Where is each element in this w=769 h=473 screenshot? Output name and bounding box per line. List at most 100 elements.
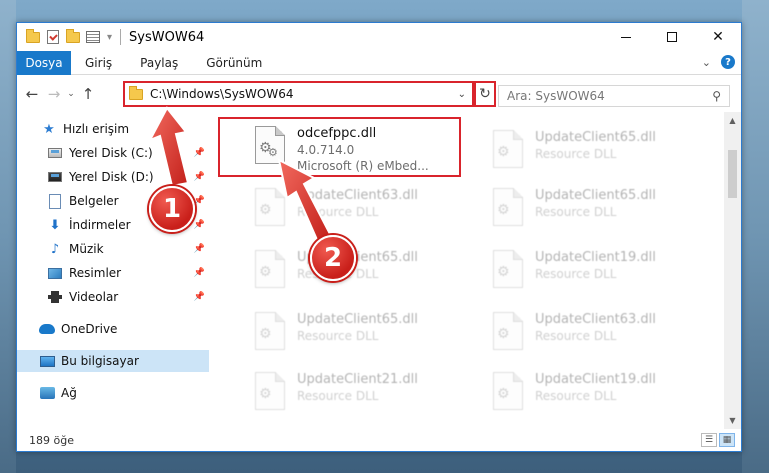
scroll-down-arrow-icon[interactable]: ▼ [724,412,741,429]
sidebar-item-label: Bu bilgisayar [61,354,139,368]
list-item[interactable]: ⚙ UpdateClient63.dll Resource DLL [483,308,708,364]
sidebar-item-pictures[interactable]: Resimler 📌 [17,262,209,284]
dll-file-icon: ⚙ [487,130,529,178]
address-bar[interactable]: C:\Windows\SysWOW64 ⌄ [123,81,474,107]
sidebar-item-label: Müzik [69,242,104,256]
desktop-wallpaper-right [742,0,769,473]
file-name: UpdateClient63.dll [297,188,418,203]
list-item[interactable]: ⚙ UpdateClient65.dllResource DLL [245,308,470,364]
callout-badge-1: 1 [149,186,195,232]
tiles-view-icon[interactable]: ▦ [719,433,735,447]
file-name: UpdateClient21.dll [297,372,418,387]
cloud-icon [39,321,55,337]
drive-icon [47,169,63,185]
vertical-scrollbar[interactable]: ▲ ▼ [724,112,741,429]
title-divider [120,29,122,45]
music-note-icon: ♪ [50,241,60,257]
address-folder-icon [128,86,144,102]
scroll-up-arrow-icon[interactable]: ▲ [724,112,741,129]
sidebar-item-label: Belgeler [69,194,119,208]
file-type: Resource DLL [297,329,379,343]
view-switcher: ☰ ▦ [701,433,735,447]
recent-locations-chevron-icon[interactable]: ⌄ [65,89,77,99]
star-icon: ★ [43,121,55,137]
window-controls: ✕ [603,23,741,51]
drive-icon [47,145,63,161]
sidebar-item-label: Yerel Disk (C:) [69,146,153,160]
pin-icon[interactable]: 📌 [194,220,205,230]
tab-home[interactable]: Giriş [71,56,126,70]
status-bar: 189 öğe ☰ ▦ [17,429,741,451]
minimize-icon [621,36,631,38]
customize-toolbar-chevron-icon[interactable]: ▾ [107,32,112,43]
sidebar-item-quick-access[interactable]: ★ Hızlı erişim [17,118,209,140]
window-title: SysWOW64 [129,29,205,45]
details-view-icon[interactable]: ☰ [701,433,717,447]
dll-file-icon: ⚙ [487,372,529,420]
minimize-button[interactable] [603,23,649,51]
list-item[interactable]: ⚙ UpdateClient63.dll Resource DLL [245,184,470,240]
navigation-pane: ★ Hızlı erişim Yerel Disk (C:) 📌 Yerel D… [17,112,209,429]
sidebar-item-local-disk-c[interactable]: Yerel Disk (C:) 📌 [17,142,209,164]
maximize-button[interactable] [649,23,695,51]
list-item[interactable]: ⚙ UpdateClient65.dllResource DLL [483,184,708,240]
tab-share[interactable]: Paylaş [126,56,192,70]
search-icon[interactable]: ⚲ [712,89,721,103]
pin-icon[interactable]: 📌 [194,196,205,206]
file-type: Resource DLL [535,205,617,219]
file-type: Resource DLL [297,205,379,219]
pin-icon[interactable]: 📌 [194,172,205,182]
navigation-bar: ← → ⌄ ↑ C:\Windows\SysWOW64 ⌄ ↻ Ara: Sys… [17,76,741,112]
address-dropdown-chevron-icon[interactable]: ⌄ [458,89,466,100]
scroll-thumb[interactable] [728,150,737,198]
sidebar-item-label: OneDrive [61,322,118,336]
expand-ribbon-chevron-icon[interactable]: ⌄ [702,56,711,69]
forward-button[interactable]: → [43,85,65,103]
refresh-button[interactable]: ↻ [474,81,496,107]
list-item[interactable]: ⚙ UpdateClient21.dll Resource DLL [245,368,470,424]
properties-check-icon[interactable] [45,29,61,45]
folder-icon[interactable] [25,29,41,45]
properties-list-icon[interactable] [85,29,101,45]
sidebar-item-label: Yerel Disk (D:) [69,170,154,184]
list-item[interactable]: ⚙ UpdateClient19.dll Resource DLL [483,246,708,302]
download-arrow-icon: ⬇ [49,217,61,233]
dll-file-icon: ⚙ [487,188,529,236]
search-input[interactable]: Ara: SysWOW64 ⚲ [498,85,730,107]
list-item[interactable]: ⚙ UpdateClient19.dll Resource DLL [483,368,708,424]
pictures-icon [47,265,63,281]
pin-icon[interactable]: 📌 [194,292,205,302]
sidebar-item-music[interactable]: ♪ Müzik 📌 [17,238,209,260]
file-name: UpdateClient65.dll [535,130,656,145]
video-film-icon [47,289,63,305]
desktop-wallpaper-left [0,0,16,473]
pin-icon[interactable]: 📌 [194,148,205,158]
back-button[interactable]: ← [21,85,43,103]
new-folder-icon[interactable] [65,29,81,45]
sidebar-item-local-disk-d[interactable]: Yerel Disk (D:) 📌 [17,166,209,188]
sidebar-item-network[interactable]: Ağ [17,382,209,404]
file-name: UpdateClient65.dll [297,312,418,327]
file-name: UpdateClient19.dll [535,250,656,265]
file-type: Resource DLL [535,329,617,343]
file-type: Resource DLL [535,389,617,403]
callout-badge-2: 2 [310,235,356,281]
list-item[interactable]: ⚙ UpdateClient65.dllResource DLL [483,126,708,182]
sidebar-item-this-pc[interactable]: Bu bilgisayar [17,350,209,372]
sidebar-item-label: Resimler [69,266,122,280]
list-item[interactable]: ⚙ UpdateClient65.dllResource DLL [245,246,470,302]
tab-file[interactable]: Dosya [17,50,71,75]
tab-view[interactable]: Görünüm [192,56,276,70]
document-icon [47,193,63,209]
address-path[interactable]: C:\Windows\SysWOW64 [150,87,458,101]
up-button[interactable]: ↑ [77,85,99,103]
sidebar-item-videos[interactable]: Videolar 📌 [17,286,209,308]
sidebar-item-onedrive[interactable]: OneDrive [17,318,209,340]
file-name: UpdateClient19.dll [535,372,656,387]
dll-file-icon: ⚙ [249,188,291,236]
help-icon[interactable]: ? [721,55,735,69]
pin-icon[interactable]: 📌 [194,268,205,278]
close-button[interactable]: ✕ [695,23,741,51]
pin-icon[interactable]: 📌 [194,244,205,254]
file-type: Resource DLL [297,389,379,403]
